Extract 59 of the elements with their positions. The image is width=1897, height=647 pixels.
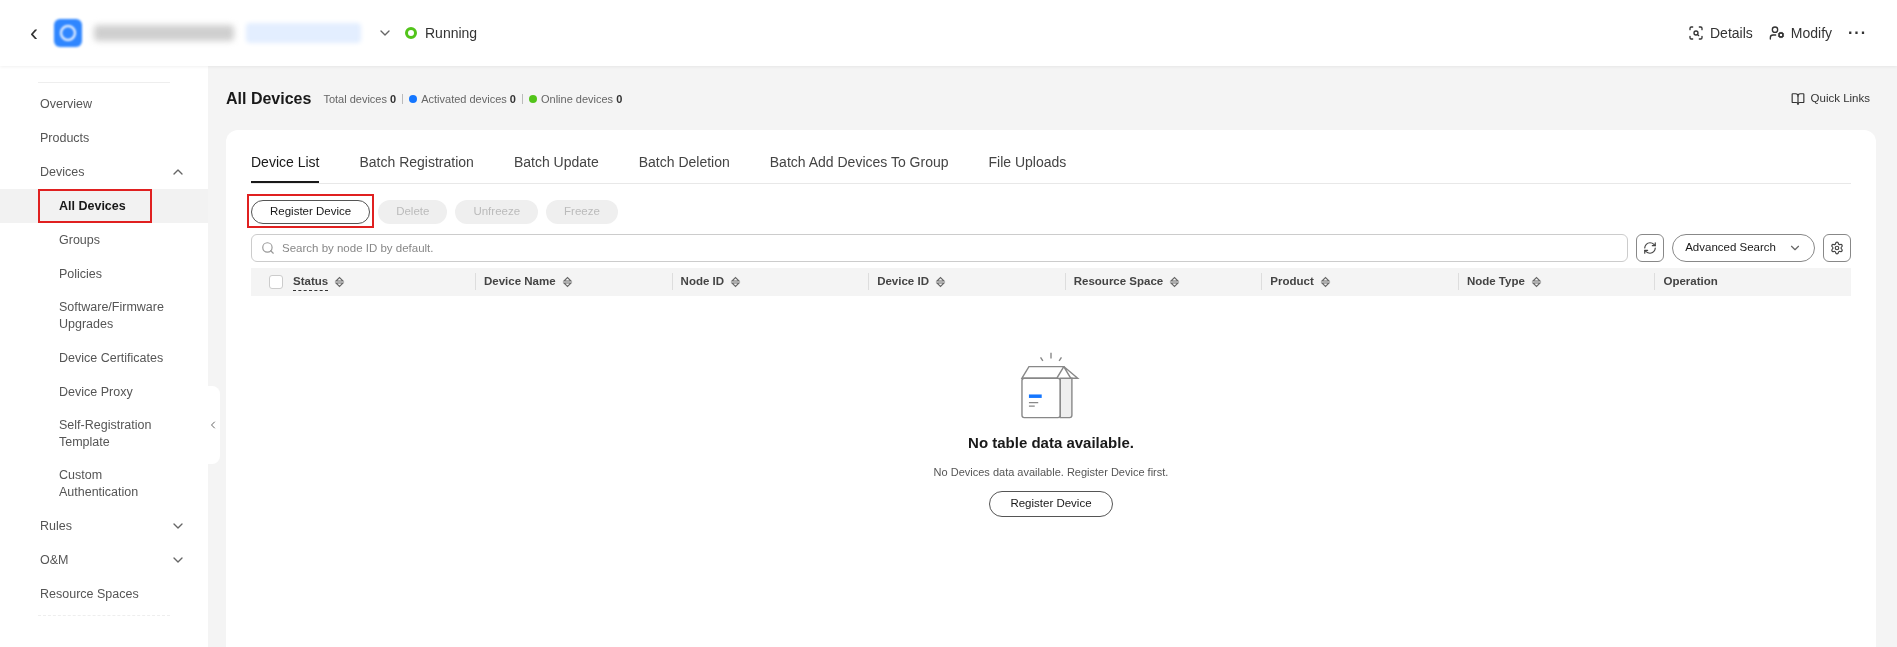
stat-label: Activated devices 0 bbox=[421, 91, 516, 107]
sidebar-item[interactable]: Rules bbox=[38, 509, 74, 543]
sidebar-item[interactable]: Device Certificates bbox=[38, 341, 178, 375]
empty-title: No table data available. bbox=[968, 432, 1134, 453]
sort-icon[interactable] bbox=[934, 275, 946, 288]
quick-links-button[interactable]: Quick Links bbox=[1790, 90, 1870, 108]
search-icon bbox=[261, 240, 275, 255]
refresh-button[interactable] bbox=[1636, 233, 1665, 262]
tab[interactable]: Batch Add Devices To Group bbox=[769, 151, 949, 183]
column-header: Status bbox=[293, 272, 329, 291]
sidebar-item[interactable]: All Devices bbox=[38, 189, 152, 223]
empty-message: No Devices data available. Register Device first. bbox=[933, 465, 1169, 481]
tab[interactable]: Batch Deletion bbox=[638, 151, 730, 183]
column-header: Node Type bbox=[1466, 274, 1525, 289]
sort-icon[interactable] bbox=[1319, 275, 1331, 288]
settings-button[interactable] bbox=[1823, 233, 1851, 262]
stat-label: Online devices 0 bbox=[540, 91, 623, 107]
column-header: Node ID bbox=[680, 274, 725, 289]
settings-icon bbox=[1830, 240, 1844, 255]
select-all-checkbox[interactable] bbox=[269, 274, 283, 289]
sidebar-item[interactable]: Groups bbox=[38, 223, 178, 257]
column-header: Operation bbox=[1663, 274, 1718, 289]
tab[interactable]: File Uploads bbox=[988, 151, 1067, 183]
back-button[interactable]: ‹ bbox=[30, 21, 38, 45]
sidebar-item[interactable]: Self-Registration Template bbox=[38, 409, 178, 459]
tab[interactable]: Device List bbox=[251, 151, 320, 183]
column-header: Product bbox=[1270, 274, 1314, 289]
sort-icon[interactable] bbox=[730, 275, 742, 288]
sidebar-item[interactable]: Devices bbox=[38, 155, 87, 189]
more-button[interactable]: ··· bbox=[1848, 25, 1867, 41]
sort-icon[interactable] bbox=[1530, 275, 1542, 288]
sidebar-item[interactable]: Device Proxy bbox=[38, 375, 178, 409]
book-icon bbox=[1790, 92, 1805, 106]
sidebar-item[interactable]: Custom Authentication bbox=[38, 459, 178, 509]
sort-icon[interactable] bbox=[334, 275, 346, 288]
sidebar-item[interactable]: Overview bbox=[38, 87, 95, 121]
sidebar-item[interactable]: Software/Firmware Upgrades bbox=[38, 291, 178, 341]
tab[interactable]: Batch Registration bbox=[359, 151, 474, 183]
app-logo-icon bbox=[54, 19, 82, 47]
stat-label: Total devices 0 bbox=[323, 91, 397, 107]
sort-icon[interactable] bbox=[1169, 275, 1181, 288]
column-header: Resource Space bbox=[1073, 274, 1164, 289]
column-header: Device ID bbox=[877, 274, 929, 289]
user-gear-icon bbox=[1768, 25, 1785, 41]
collapse-handle[interactable] bbox=[206, 386, 220, 464]
details-button[interactable]: Details bbox=[1688, 22, 1753, 44]
sidebar-item[interactable]: Products bbox=[38, 121, 92, 155]
sidebar-item[interactable]: Resource Spaces bbox=[38, 577, 141, 611]
sort-icon[interactable] bbox=[561, 275, 573, 288]
column-header: Device Name bbox=[484, 274, 556, 289]
details-icon bbox=[1688, 25, 1704, 41]
tab[interactable]: Batch Update bbox=[513, 151, 599, 183]
modify-button[interactable]: Modify bbox=[1768, 22, 1832, 44]
sidebar-item[interactable]: O&M bbox=[38, 543, 71, 577]
refresh-icon bbox=[1643, 240, 1658, 255]
search-field[interactable]: Search by node ID by default. bbox=[251, 233, 1629, 262]
status-label: Running bbox=[425, 23, 478, 43]
page-title: All Devices bbox=[226, 89, 312, 109]
sidebar-item[interactable]: Policies bbox=[38, 257, 178, 291]
